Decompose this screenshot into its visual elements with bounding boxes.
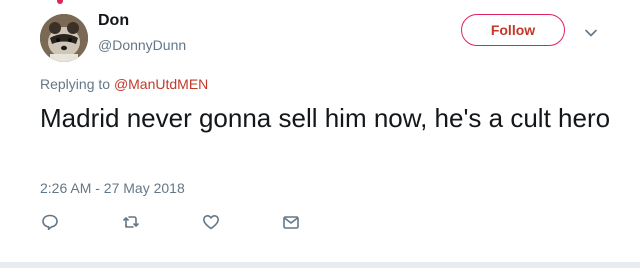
tweet-timestamp[interactable]: 2:26 AM - 27 May 2018 xyxy=(40,180,185,196)
replying-to-label: Replying to xyxy=(40,76,114,92)
username[interactable]: @DonnyDunn xyxy=(98,37,186,53)
direct-message-button[interactable] xyxy=(281,212,301,232)
follow-button[interactable]: Follow xyxy=(461,14,565,46)
tweet-text: Madrid never gonna sell him now, he's a … xyxy=(40,103,611,133)
thread-indicator xyxy=(57,0,63,4)
more-options-button[interactable] xyxy=(582,24,600,42)
retweet-icon xyxy=(123,216,139,228)
avatar[interactable] xyxy=(40,14,88,62)
raccoon-avatar-image xyxy=(40,14,88,62)
reply-icon xyxy=(42,214,58,230)
timeline-divider xyxy=(0,262,640,268)
retweet-button[interactable] xyxy=(121,212,141,232)
replying-to-line: Replying to @ManUtdMEN xyxy=(40,76,208,92)
tweet-card: Don @DonnyDunn Follow Replying to @ManUt… xyxy=(0,0,640,262)
reply-mention-link[interactable]: @ManUtdMEN xyxy=(114,76,208,92)
chevron-down-icon xyxy=(585,29,597,37)
like-button[interactable] xyxy=(201,212,221,232)
envelope-icon xyxy=(283,216,299,229)
reply-button[interactable] xyxy=(40,212,60,232)
display-name[interactable]: Don xyxy=(98,12,129,30)
heart-icon xyxy=(203,215,219,230)
